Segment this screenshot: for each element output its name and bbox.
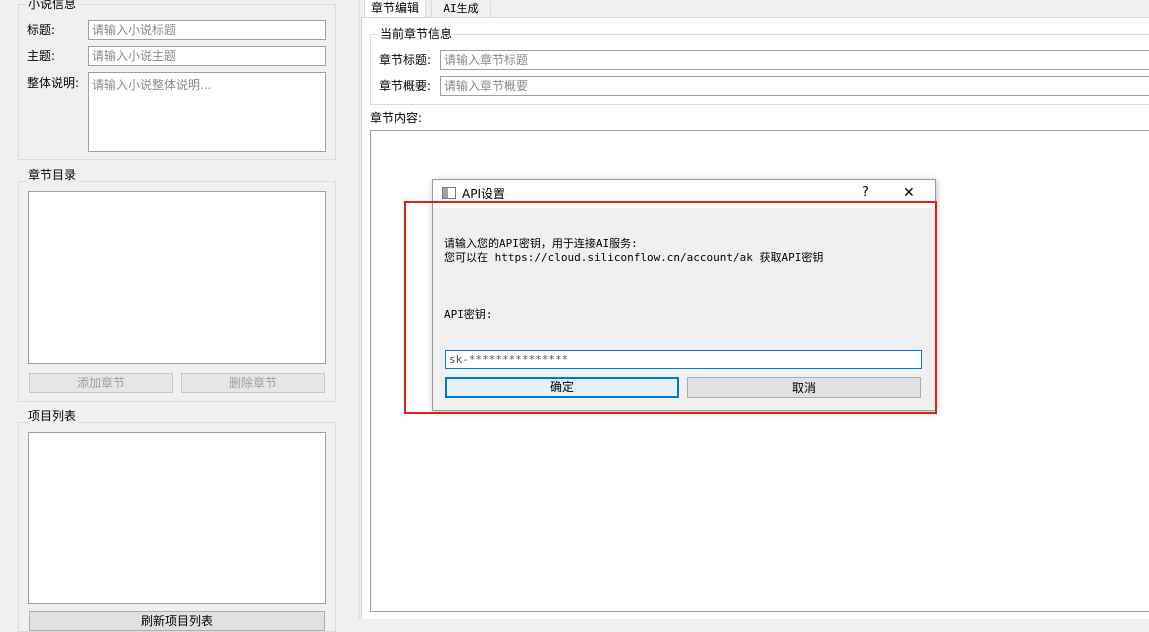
chapter-list[interactable] <box>28 191 326 364</box>
refresh-project-list-button[interactable]: 刷新项目列表 <box>29 611 325 631</box>
tab-ai-generate[interactable]: AI生成 <box>431 1 491 18</box>
novel-info-group-title: 小说信息 <box>26 0 79 11</box>
close-icon[interactable]: ✕ <box>903 186 915 200</box>
chapter-content-label: 章节内容: <box>370 111 423 125</box>
novel-title-label: 标题: <box>27 23 56 37</box>
help-icon[interactable]: ? <box>862 186 869 200</box>
left-panel: 小说信息 标题: 主题: 整体说明: 章节目录 添加章节 删除章节 项目列表 刷… <box>0 0 358 632</box>
chapter-summary-input[interactable] <box>440 76 1149 96</box>
novel-theme-label: 主题: <box>27 49 56 63</box>
tab-chapter-edit[interactable]: 章节编辑 <box>364 0 426 18</box>
chapter-toc-group-title: 章节目录 <box>26 168 79 182</box>
delete-chapter-button[interactable]: 删除章节 <box>181 373 325 393</box>
chapter-title-label: 章节标题: <box>379 53 432 67</box>
app-window-icon <box>442 187 456 199</box>
chapter-title-input[interactable] <box>440 50 1149 70</box>
highlight-box <box>404 201 937 414</box>
add-chapter-button[interactable]: 添加章节 <box>29 373 173 393</box>
current-chapter-group-title: 当前章节信息 <box>378 27 455 41</box>
novel-desc-label: 整体说明: <box>27 76 80 90</box>
novel-theme-input[interactable] <box>88 46 326 66</box>
project-list-group-title: 项目列表 <box>26 409 79 423</box>
novel-title-input[interactable] <box>88 20 326 40</box>
novel-desc-textarea[interactable] <box>88 72 326 152</box>
project-list[interactable] <box>28 432 326 604</box>
chapter-summary-label: 章节概要: <box>379 79 432 93</box>
dialog-title: API设置 <box>462 187 505 201</box>
